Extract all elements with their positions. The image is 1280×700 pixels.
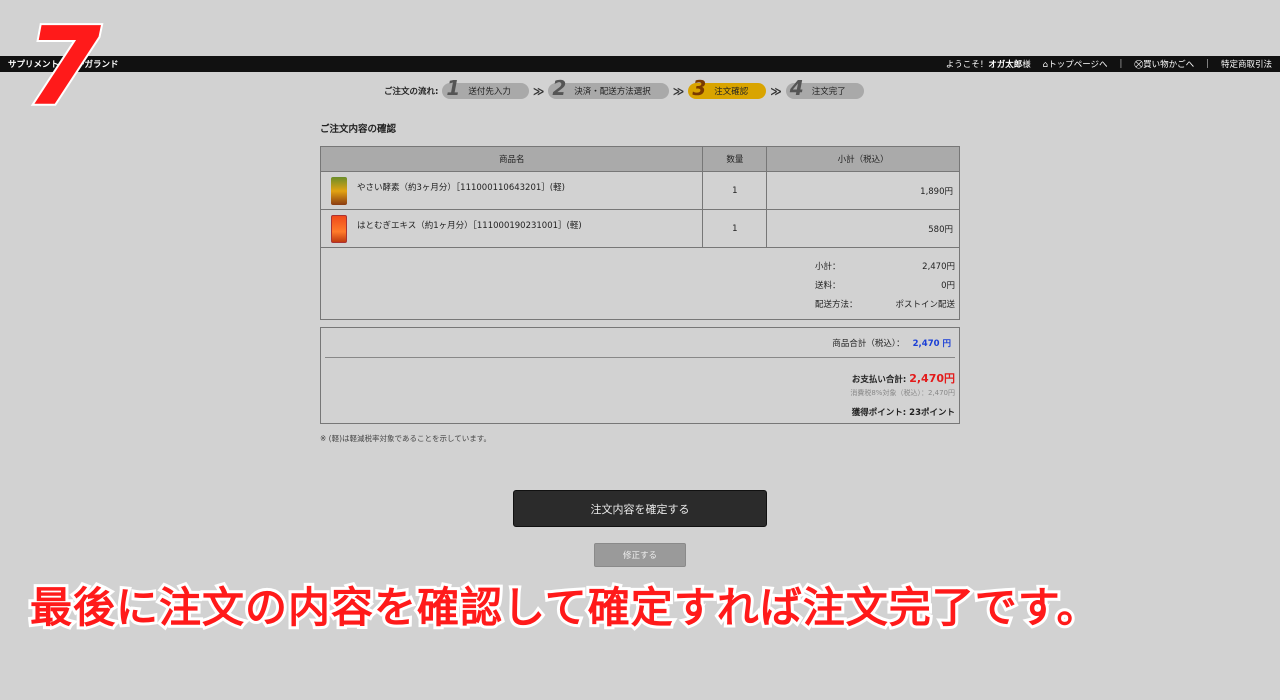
quantity: 1 xyxy=(702,209,768,248)
table-row: はとむぎエキス（約1ヶ月分）［111000190231001］(軽) 1 580… xyxy=(319,209,960,248)
column-header-qty: 数量 xyxy=(702,146,768,172)
product-thumbnail xyxy=(331,214,347,243)
order-flow: ご注文の流れ: 1 送付先入力 ≫ 2 決済・配送方法選択 ≫ 3 注文確認 ≫ 4注… xyxy=(384,76,868,101)
flow-label: ご注文の流れ: xyxy=(384,87,439,97)
tax-note: 消費税8%対象（税込）：2,470円 xyxy=(850,389,955,397)
legal-link[interactable]: 特定商取引法 xyxy=(1221,58,1272,70)
divider xyxy=(325,357,955,358)
top-page-link[interactable]: ⌂トップページへ xyxy=(1043,58,1108,70)
row-subtotal: 580円 xyxy=(766,209,960,248)
cart-link[interactable]: ⛒買い物かごへ xyxy=(1134,58,1194,70)
welcome-text: ようこそ！オガ太郎様 xyxy=(945,60,1031,70)
payment-summary: 商品合計（税込）： 2,470 円 お支払い合計: 2,470円 消費税8%対象（… xyxy=(320,327,960,424)
divider: | xyxy=(1119,59,1123,69)
divider: | xyxy=(1206,59,1209,69)
flow-step-2: 2 決済・配送方法選択 xyxy=(548,76,669,100)
column-header-product: 商品名 xyxy=(319,146,704,172)
subtotal-row: 小計： 2,470円 xyxy=(815,262,955,272)
earned-points: 獲得ポイント: 23ポイント xyxy=(851,408,955,418)
flow-arrow: ≫ xyxy=(532,84,545,98)
tutorial-caption: 最後に注文の内容を確認して確定すれば注文完了です。 xyxy=(27,580,1102,635)
flow-arrow: ≫ xyxy=(672,84,685,98)
order-items-table: 商品名 数量 小計（税込） やさい酵素（約3ヶ月分）［1110001106432… xyxy=(319,146,960,248)
flow-step-3-active: 3 注文確認 xyxy=(688,76,767,100)
confirm-order-button[interactable]: 注文内容を確定する xyxy=(513,490,767,527)
reduced-tax-note: ※ (軽)は軽減税率対象であることを示しています。 xyxy=(320,434,491,443)
goods-total: 商品合計（税込）： 2,470 円 xyxy=(832,339,951,349)
product-thumbnail xyxy=(331,176,347,205)
delivery-method-row: 配送方法： ポストイン配送 xyxy=(815,300,955,310)
page-title: ご注文内容の確認 xyxy=(320,124,397,135)
flow-step-1: 1 送付先入力 xyxy=(442,76,529,100)
cart-icon: ⛒ xyxy=(1134,60,1144,70)
column-header-subtotal: 小計（税込） xyxy=(766,146,960,172)
product-name: やさい酵素（約3ヶ月分）［111000110643201］(軽) xyxy=(357,182,565,193)
table-row: やさい酵素（約3ヶ月分）［111000110643201］(軽) 1 1,890… xyxy=(319,171,960,210)
order-totals: 小計： 2,470円 送料： 0円 配送方法： ポストイン配送 xyxy=(320,247,960,320)
flow-step-4: 4 注文完了 xyxy=(785,76,864,100)
flow-arrow: ≫ xyxy=(770,84,782,98)
tutorial-step-number: 7 xyxy=(24,5,103,130)
payment-total: お支払い合計: 2,470円 xyxy=(851,372,955,385)
product-name: はとむぎエキス（約1ヶ月分）［111000190231001］(軽) xyxy=(357,220,582,231)
row-subtotal: 1,890円 xyxy=(766,171,960,210)
top-bar: サプリメント・ガーガランド ようこそ！オガ太郎様 ⌂トップページへ | ⛒買い物… xyxy=(0,56,1280,72)
shipping-row: 送料： 0円 xyxy=(815,281,955,291)
edit-order-button[interactable]: 修正する xyxy=(594,543,686,567)
quantity: 1 xyxy=(702,171,768,210)
top-links: ようこそ！オガ太郎様 ⌂トップページへ | ⛒買い物かごへ | 特定商取引法 xyxy=(946,58,1272,70)
